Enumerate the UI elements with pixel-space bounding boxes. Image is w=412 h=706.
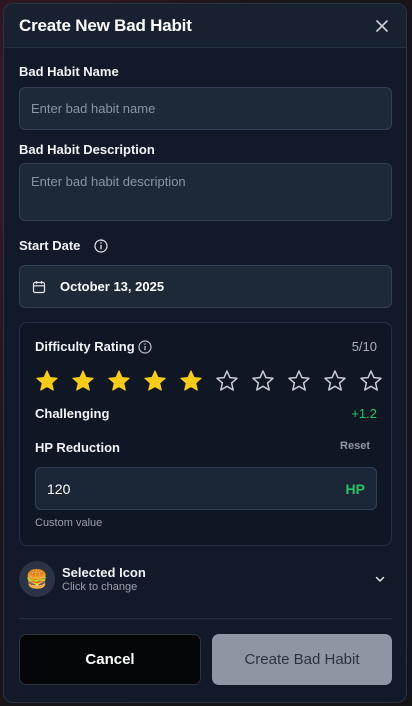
- difficulty-score: 5/10: [351, 339, 377, 354]
- hp-value: 120: [47, 480, 71, 497]
- start-date-label: Start Date: [19, 238, 81, 253]
- burger-icon: 🍔: [19, 561, 55, 597]
- start-date-picker[interactable]: October 13, 2025: [19, 265, 392, 308]
- dialog-header: Create New Bad Habit: [4, 4, 406, 48]
- calendar-icon: [32, 280, 46, 293]
- icon-picker[interactable]: 🍔 Selected Icon Click to change: [19, 560, 392, 598]
- close-icon: [376, 19, 388, 32]
- star-filled-icon[interactable]: [107, 369, 131, 393]
- hp-reduction-label: HP Reduction: [35, 440, 120, 455]
- cancel-button[interactable]: Cancel: [19, 634, 201, 685]
- star-empty-icon[interactable]: [215, 369, 239, 393]
- hp-hint: Custom value: [35, 517, 103, 529]
- difficulty-info-icon[interactable]: [138, 340, 152, 354]
- difficulty-card: Difficulty Rating 5/10 Challenging +1.2 …: [19, 322, 392, 546]
- star-empty-icon[interactable]: [251, 369, 275, 393]
- star-filled-icon[interactable]: [143, 369, 167, 393]
- icon-picker-text: Selected Icon Click to change: [62, 565, 146, 593]
- hp-reduction-input[interactable]: 120 HP: [35, 467, 377, 510]
- dialog-title: Create New Bad Habit: [19, 15, 192, 35]
- hp-unit: HP: [345, 480, 365, 497]
- chevron-down-icon: [375, 576, 385, 582]
- close-button[interactable]: [372, 16, 392, 36]
- star-filled-icon[interactable]: [71, 369, 95, 393]
- difficulty-label: Difficulty Rating: [35, 339, 135, 354]
- info-icon[interactable]: [94, 239, 108, 253]
- create-bad-habit-dialog: Create New Bad Habit Bad Habit Name Bad …: [3, 3, 407, 703]
- star-empty-icon[interactable]: [323, 369, 347, 393]
- star-empty-icon[interactable]: [359, 369, 383, 393]
- start-date-value: October 13, 2025: [60, 279, 165, 294]
- icon-picker-subtitle: Click to change: [62, 581, 138, 593]
- difficulty-stars: [35, 369, 383, 393]
- hp-reset-button[interactable]: Reset: [340, 440, 370, 452]
- difficulty-modifier: +1.2: [351, 406, 377, 421]
- bad-habit-description-input[interactable]: [19, 163, 392, 221]
- bad-habit-name-input[interactable]: [19, 87, 392, 130]
- description-label: Bad Habit Description: [19, 142, 155, 157]
- name-label: Bad Habit Name: [19, 64, 119, 79]
- divider: [19, 618, 392, 619]
- star-empty-icon[interactable]: [287, 369, 311, 393]
- icon-picker-title: Selected Icon: [62, 565, 146, 580]
- star-filled-icon[interactable]: [35, 369, 59, 393]
- difficulty-level-label: Challenging: [35, 406, 110, 421]
- dialog-body: Bad Habit Name Bad Habit Description Sta…: [4, 48, 406, 702]
- create-bad-habit-button[interactable]: Create Bad Habit: [212, 634, 392, 685]
- star-filled-icon[interactable]: [179, 369, 203, 393]
